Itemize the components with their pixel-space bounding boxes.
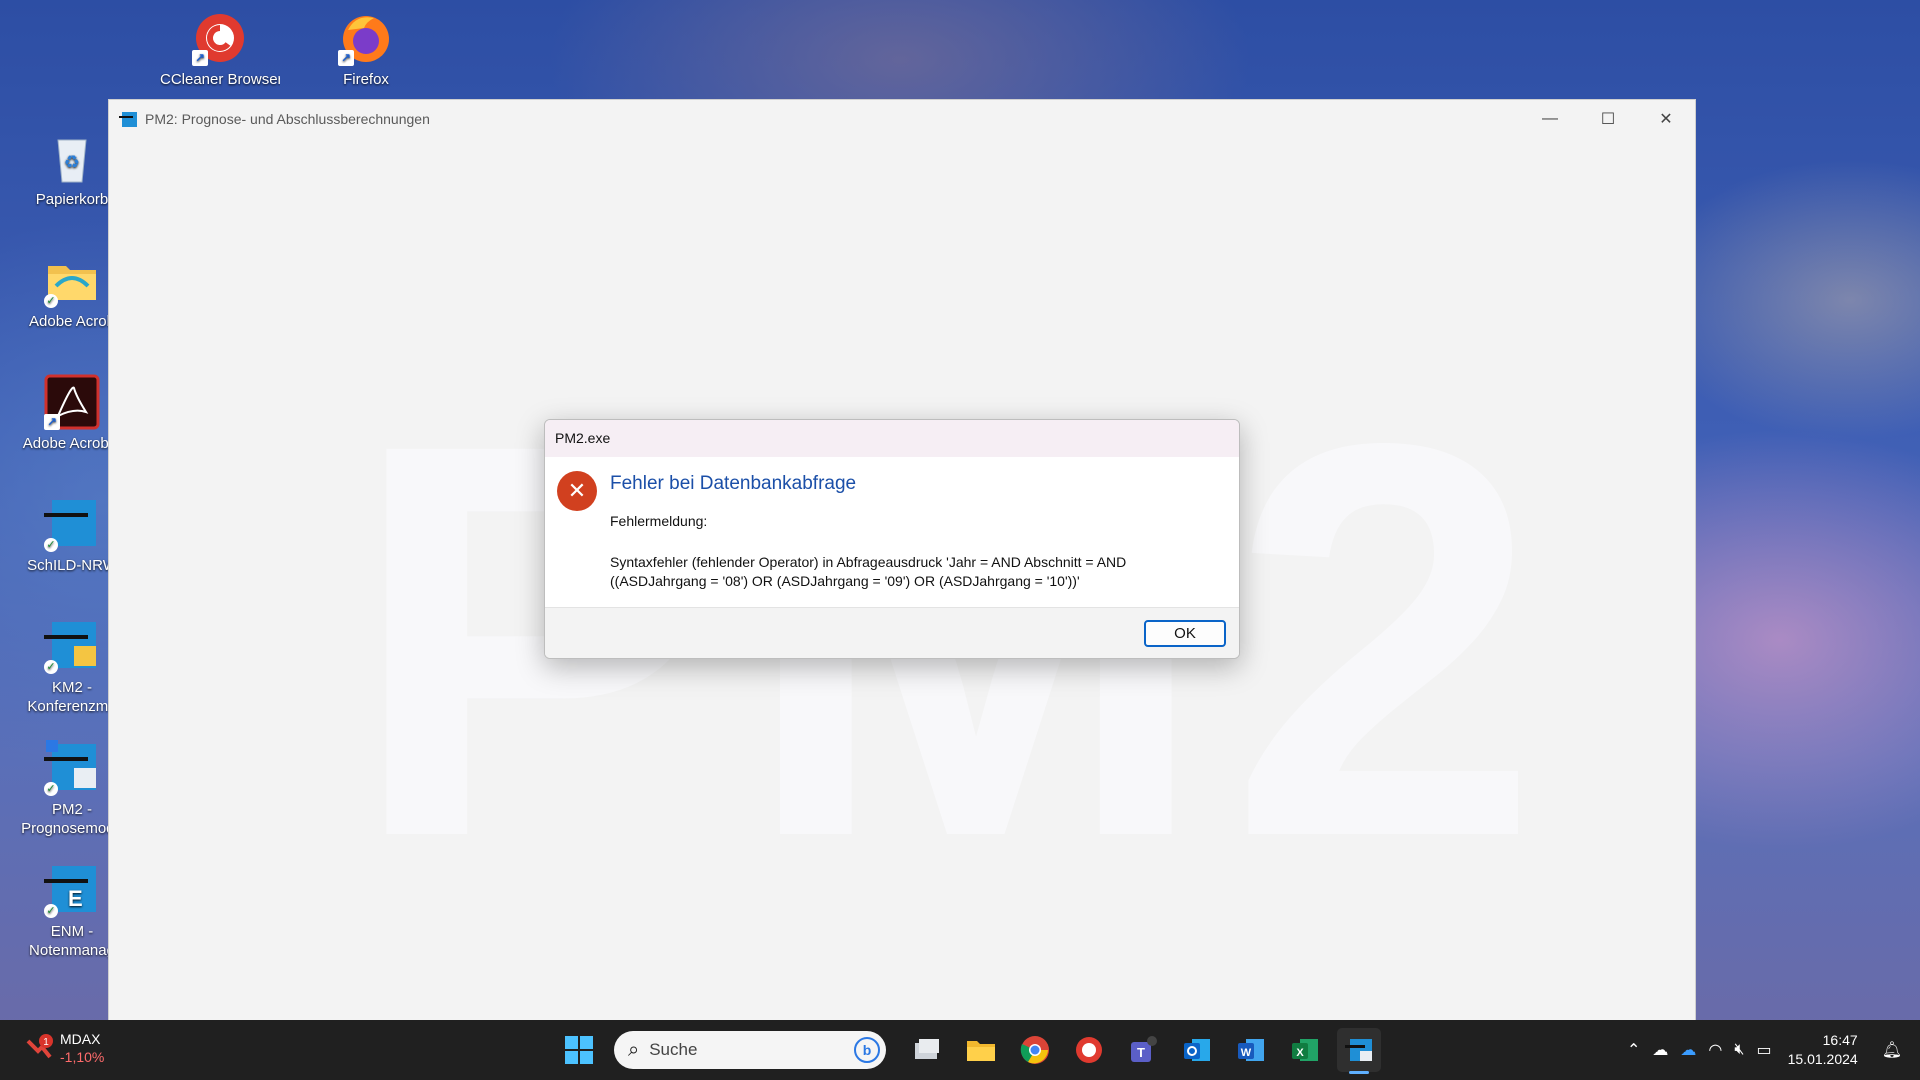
dialog-heading: Fehler bei Datenbankabfrage — [610, 473, 857, 494]
bing-icon[interactable]: b — [854, 1037, 880, 1063]
dialog-message-line1: Syntaxfehler (fehlender Operator) in Abf… — [610, 554, 1127, 570]
firefox-icon: ↗ — [338, 10, 394, 66]
start-button[interactable] — [557, 1028, 601, 1072]
svg-text:W: W — [1241, 1047, 1252, 1059]
search-placeholder: Suche — [649, 1040, 698, 1059]
file-explorer-icon — [967, 1041, 995, 1061]
clock-time: 16:47 — [1822, 1032, 1858, 1048]
ccleaner-icon — [1076, 1037, 1102, 1063]
stock-name: MDAX — [60, 1031, 101, 1047]
cloud-offline-icon[interactable]: ☁ — [1652, 1040, 1668, 1060]
taskbar-search[interactable]: ⌕ Suche b — [614, 1031, 886, 1069]
notification-bell-icon[interactable]: 🔔︎ — [1882, 1040, 1902, 1060]
maximize-button[interactable]: ☐ — [1579, 100, 1637, 138]
ccleaner-browser-icon: ↗ — [192, 10, 248, 66]
pm2-app-icon — [119, 110, 137, 128]
active-app-indicator — [1349, 1071, 1369, 1074]
stock-value: -1,10% — [60, 1049, 105, 1065]
maximize-icon: ☐ — [1600, 111, 1616, 128]
window-titlebar[interactable]: PM2: Prognose- und Abschlussberechnungen… — [109, 100, 1695, 138]
chrome-icon — [1020, 1036, 1049, 1064]
taskbar-outlook[interactable] — [1175, 1028, 1219, 1072]
taskbar-file-explorer[interactable] — [959, 1028, 1003, 1072]
minimize-button[interactable]: — — [1521, 100, 1579, 138]
close-button[interactable]: ✕ — [1637, 100, 1695, 138]
stock-badge: 1 — [43, 1037, 49, 1048]
folder-icon: ✓ — [44, 252, 100, 308]
desktop-icon-firefox[interactable]: ↗ Firefox — [306, 10, 426, 89]
taskbar-task-view[interactable] — [905, 1028, 949, 1072]
adobe-acrobat-icon: ↗ — [44, 374, 100, 430]
dialog-message-line2: ((ASDJahrgang = '08') OR (ASDJahrgang = … — [610, 573, 1080, 589]
taskbar-teams[interactable]: T — [1121, 1028, 1165, 1072]
svg-text:T: T — [1137, 1045, 1145, 1060]
taskbar-excel[interactable]: X — [1283, 1028, 1327, 1072]
excel-icon: X — [1292, 1039, 1318, 1061]
pm2-taskbar-icon — [1345, 1039, 1372, 1061]
desktop-icon-label: Firefox — [343, 71, 389, 88]
taskbar-word[interactable]: W — [1229, 1028, 1273, 1072]
search-icon: ⌕ — [628, 1038, 640, 1061]
onedrive-icon[interactable]: ☁ — [1680, 1040, 1696, 1060]
taskbar-chrome[interactable] — [1013, 1028, 1057, 1072]
schild-nrw-icon: ✓ — [44, 496, 100, 552]
pm2-icon: ✓ — [44, 740, 100, 796]
windows-icon — [565, 1036, 593, 1064]
taskbar-pm2[interactable] — [1337, 1028, 1381, 1074]
window-title: PM2: Prognose- und Abschlussberechnungen — [145, 111, 430, 127]
chevron-up-icon[interactable]: ⌃ — [1627, 1040, 1640, 1060]
taskbar-clock[interactable]: 16:47 15.01.2024 — [1788, 1031, 1858, 1069]
speaker-muted-icon[interactable]: 🔇︎ — [1734, 1041, 1744, 1059]
teams-icon: T — [1131, 1036, 1157, 1062]
ok-button[interactable]: OK — [1144, 620, 1226, 647]
recycle-bin-icon: ♻ — [44, 130, 100, 186]
km2-icon: ✓ — [44, 618, 100, 674]
stock-down-icon: 1 — [24, 1033, 54, 1063]
battery-icon[interactable]: ▭ — [1756, 1040, 1771, 1060]
desktop-icon-label: CCleaner Browser — [160, 71, 280, 88]
error-dialog[interactable]: PM2.exe ✕ Fehler bei Datenbankabfrage Fe… — [544, 419, 1240, 659]
taskbar-ccleaner[interactable] — [1067, 1028, 1111, 1072]
error-icon: ✕ — [557, 471, 597, 511]
taskbar: 1 MDAX -1,10% ⌕ Suche b T W X ⌃ ☁ ☁ ◠ 🔇︎… — [0, 1020, 1920, 1080]
dialog-label: Fehlermeldung: — [610, 513, 708, 529]
desktop-icon-ccleaner-browser[interactable]: ↗ CCleaner Browser — [160, 10, 280, 89]
dialog-body: ✕ Fehler bei Datenbankabfrage Fehlermeld… — [545, 457, 1239, 607]
task-view-icon — [915, 1039, 939, 1059]
word-icon: W — [1238, 1039, 1264, 1061]
minimize-icon: — — [1542, 110, 1558, 127]
clock-date: 15.01.2024 — [1787, 1051, 1858, 1067]
svg-text:X: X — [1296, 1047, 1304, 1059]
svg-text:E: E — [68, 886, 83, 911]
dialog-footer: OK — [545, 607, 1239, 658]
stock-widget[interactable]: 1 MDAX -1,10% — [24, 1030, 104, 1066]
wifi-icon[interactable]: ◠ — [1708, 1040, 1722, 1060]
svg-text:♻: ♻ — [64, 152, 80, 172]
dialog-title: PM2.exe — [545, 420, 1239, 457]
close-icon: ✕ — [1659, 111, 1673, 128]
enm-icon: E ✓ — [44, 862, 100, 918]
outlook-icon — [1184, 1039, 1210, 1061]
